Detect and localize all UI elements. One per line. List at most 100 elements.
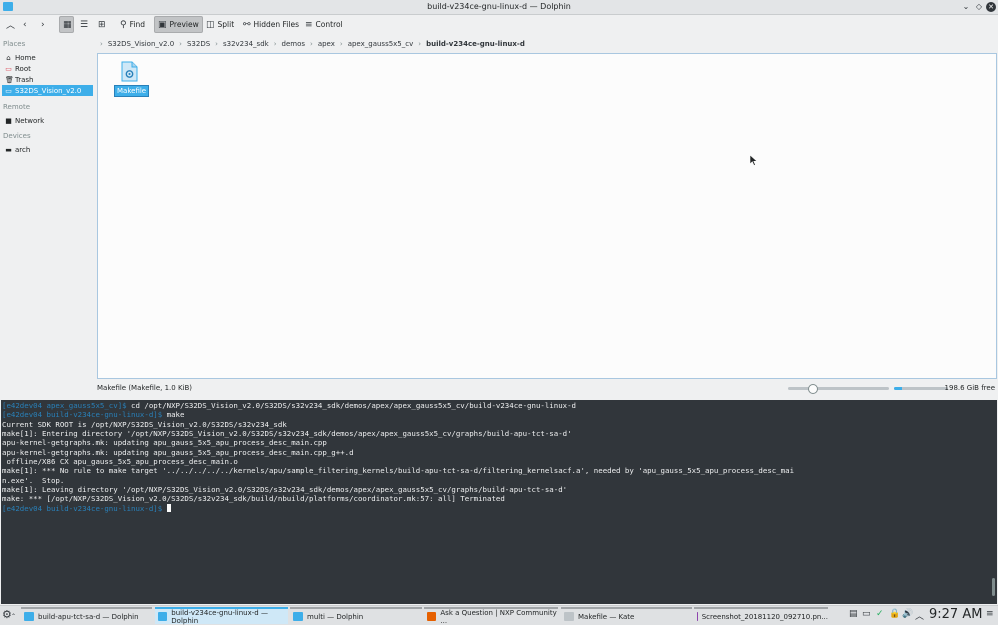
- terminal-line: make[1]: Entering directory '/opt/NXP/S3…: [2, 429, 997, 438]
- chevron-right-icon: ›: [339, 40, 343, 48]
- lock-icon[interactable]: 🔒: [889, 609, 900, 619]
- status-bar: Makefile (Makefile, 1.0 KiB) 198.6 GiB f…: [97, 383, 997, 394]
- zoom-slider-handle[interactable]: [808, 384, 819, 394]
- free-space-text: 198.6 GiB free: [944, 384, 995, 392]
- display-icon[interactable]: ▭: [862, 609, 871, 619]
- terminal-scrollbar[interactable]: [992, 578, 995, 596]
- window-title: build-v234ce-gnu-linux-d — Dolphin: [427, 2, 571, 11]
- place-s32ds-vision[interactable]: ▭ S32DS_Vision_v2.0: [2, 85, 93, 96]
- task-app-icon: [293, 612, 303, 621]
- place-trash[interactable]: 🗑 Trash: [2, 74, 93, 85]
- terminal-text: make[1]: Leaving directory '/opt/NXP/S32…: [2, 485, 568, 495]
- back-icon[interactable]: ‹: [20, 16, 30, 33]
- minimize-icon[interactable]: ⌄: [961, 2, 971, 12]
- breadcrumb-item[interactable]: apex: [318, 40, 335, 48]
- terminal-line: make[1]: *** No rule to make target '../…: [2, 466, 997, 475]
- terminal-text: apu-kernel-getgraphs.mk: updating apu_ga…: [2, 447, 354, 457]
- chevron-right-icon: ›: [418, 40, 422, 48]
- clipboard-icon[interactable]: ▤: [849, 609, 858, 619]
- free-space-bar: [894, 387, 948, 390]
- breadcrumb-item[interactable]: demos: [282, 40, 306, 48]
- terminal-line: [e42dev04 build-v234ce-gnu-linux-d]$: [2, 503, 997, 513]
- place-root[interactable]: ▭ Root: [2, 63, 93, 74]
- task-app-icon: [158, 612, 168, 621]
- breadcrumb-item[interactable]: s32v234_sdk: [223, 40, 269, 48]
- control-button[interactable]: ≡ Control: [302, 16, 346, 33]
- terminal-prompt: [e42dev04 apex_gauss5x5_cv]$: [2, 401, 127, 410]
- file-view[interactable]: Makefile: [97, 53, 997, 379]
- terminal-line: [e42dev04 apex_gauss5x5_cv]$ cd /opt/NXP…: [2, 401, 997, 410]
- place-home[interactable]: ⌂ Home: [2, 52, 93, 63]
- chevron-up-icon[interactable]: ︿: [915, 609, 924, 622]
- terminal-line: apu-kernel-getgraphs.mk: updating apu_ga…: [2, 438, 997, 447]
- taskbar: ⚙ ⌃ build-apu-tct-sa-d — Dolphin build-v2…: [0, 605, 998, 625]
- mouse-pointer-icon: [750, 155, 758, 166]
- task-label: Screenshot_20181120_092710.pn...: [701, 612, 828, 621]
- zoom-slider[interactable]: [788, 384, 889, 394]
- close-icon[interactable]: ✕: [986, 2, 996, 12]
- volume-icon[interactable]: 🔊: [902, 609, 913, 619]
- terminal-output: [e42dev04 apex_gauss5x5_cv]$ cd /opt/NXP…: [2, 401, 997, 513]
- place-network[interactable]: ■ Network: [2, 115, 93, 126]
- terminal-prompt: [e42dev04 build-v234ce-gnu-linux-d]$: [2, 410, 163, 420]
- terminal-text: cd /opt/NXP/S32DS_Vision_v2.0/S32DS/s32v…: [126, 401, 576, 410]
- chevron-right-icon: ›: [215, 40, 218, 48]
- terminal-text: n.exe'. Stop.: [2, 475, 65, 485]
- taskbar-task[interactable]: Makefile — Kate: [561, 607, 692, 624]
- devices-section-title: Devices: [3, 132, 31, 140]
- drive-icon: ▬: [5, 145, 12, 154]
- terminal-line: [e42dev04 build-v234ce-gnu-linux-d]$ mak…: [2, 410, 997, 419]
- home-icon: ⌂: [6, 53, 11, 62]
- breadcrumb-item[interactable]: S32DS_Vision_v2.0: [108, 40, 174, 48]
- terminal-line: apu-kernel-getgraphs.mk: updating apu_ga…: [2, 448, 997, 457]
- hidden-files-button[interactable]: ⚯ Hidden Files: [240, 16, 302, 33]
- taskbar-task[interactable]: build-v234ce-gnu-linux-d — Dolphin: [155, 607, 288, 625]
- maximize-icon[interactable]: ◇: [974, 2, 984, 12]
- task-app-icon: [564, 612, 574, 621]
- breadcrumb-item[interactable]: apex_gauss5x5_cv: [348, 40, 414, 48]
- root-folder-icon: ▭: [5, 64, 12, 73]
- task-label: Ask a Question | NXP Community ...: [440, 608, 557, 625]
- terminal-line: make[1]: Leaving directory '/opt/NXP/S32…: [2, 485, 997, 494]
- task-app-icon: [697, 612, 698, 621]
- up-arrow-icon[interactable]: ︿: [3, 16, 18, 33]
- preview-button[interactable]: ▣ Preview: [154, 16, 203, 33]
- forward-icon[interactable]: ›: [38, 16, 48, 33]
- terminal-text: offline/X86 CX apu_gauss_5x5_apu_process…: [2, 457, 238, 467]
- device-arch[interactable]: ▬ arch: [2, 144, 93, 155]
- split-button[interactable]: ◫ Split: [203, 16, 237, 33]
- toolbar: ︿ ‹ › ▦ ☰ ⊞ ⚲ Find ▣ Preview ◫ Split ⚯ Hidde…: [0, 15, 998, 35]
- terminal-cursor: [166, 503, 171, 512]
- breadcrumb: › S32DS_Vision_v2.0 › S32DS › s32v234_sd…: [97, 38, 525, 50]
- taskbar-task[interactable]: multi — Dolphin: [290, 607, 422, 624]
- icons-view-button[interactable]: ▦: [59, 16, 74, 33]
- search-icon: ⚲: [120, 19, 127, 30]
- menu-icon[interactable]: ≡: [986, 609, 994, 619]
- split-icon: ◫: [206, 19, 215, 30]
- network-icon: ■: [5, 116, 12, 125]
- title-bar[interactable]: build-v234ce-gnu-linux-d — Dolphin ⌄ ◇ ✕: [0, 0, 998, 15]
- hidden-files-icon: ⚯: [243, 19, 251, 30]
- terminal-text: make: [162, 410, 185, 420]
- taskbar-task[interactable]: Ask a Question | NXP Community ...: [424, 607, 558, 625]
- details-view-button[interactable]: ⊞: [95, 16, 110, 33]
- terminal-text: make: *** [/opt/NXP/S32DS_Vision_v2.0/S3…: [2, 494, 505, 504]
- caret-up-icon[interactable]: ⌃: [11, 613, 16, 620]
- chevron-right-icon: ›: [273, 40, 277, 48]
- terminal-panel[interactable]: [e42dev04 apex_gauss5x5_cv]$ cd /opt/NXP…: [1, 400, 997, 604]
- terminal-line: n.exe'. Stop.: [2, 476, 997, 485]
- breadcrumb-current[interactable]: build-v234ce-gnu-linux-d: [426, 40, 525, 48]
- breadcrumb-item[interactable]: S32DS: [187, 40, 210, 48]
- terminal-line: Current SDK ROOT is /opt/NXP/S32DS_Visio…: [2, 420, 997, 429]
- compact-view-button[interactable]: ☰: [77, 16, 92, 33]
- updates-check-icon[interactable]: ✓: [876, 609, 884, 619]
- clock[interactable]: 9:27 AM: [929, 607, 982, 622]
- taskbar-task[interactable]: build-apu-tct-sa-d — Dolphin: [21, 607, 152, 624]
- taskbar-task[interactable]: Screenshot_20181120_092710.pn...: [694, 607, 828, 624]
- terminal-text: apu-kernel-getgraphs.mk: updating apu_ga…: [2, 438, 327, 448]
- find-button[interactable]: ⚲ Find: [117, 16, 148, 33]
- menu-icon: ≡: [305, 19, 313, 30]
- chevron-right-icon: ›: [310, 40, 313, 48]
- trash-icon: 🗑: [5, 75, 14, 84]
- file-name: Makefile: [114, 85, 150, 97]
